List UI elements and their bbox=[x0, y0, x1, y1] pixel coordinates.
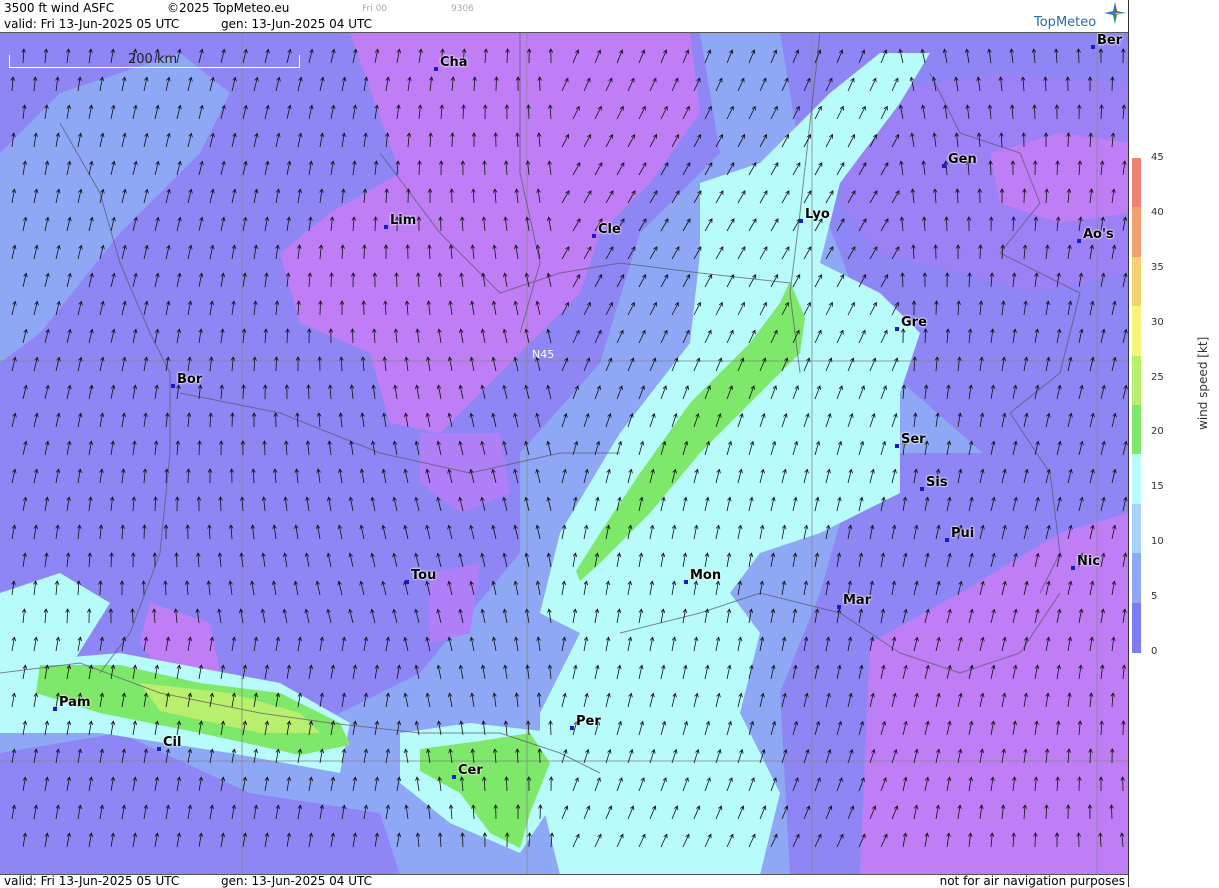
footer-note: not for air navigation purposes bbox=[939, 874, 1125, 888]
legend-color-segment bbox=[1132, 158, 1141, 209]
latitude-label: N45 bbox=[532, 348, 555, 361]
valid-time: valid: Fri 13-Jun-2025 05 UTC bbox=[4, 17, 180, 31]
legend-color-segment bbox=[1132, 553, 1141, 604]
footer-gen: gen: 13-Jun-2025 04 UTC bbox=[221, 874, 373, 888]
legend-tick-label: 40 bbox=[1151, 206, 1164, 218]
legend-color-segment bbox=[1132, 602, 1141, 653]
frame-day: Fri 00 bbox=[362, 4, 388, 14]
generated-time: gen: 13-Jun-2025 04 UTC bbox=[221, 17, 373, 31]
copyright: ©2025 TopMeteo.eu bbox=[167, 1, 290, 15]
legend-color-segment bbox=[1132, 207, 1141, 258]
legend-color-segment bbox=[1132, 454, 1141, 505]
legend-tick-label: 35 bbox=[1151, 261, 1164, 273]
legend-tick-label: 5 bbox=[1151, 591, 1158, 603]
frame-code: 9306 bbox=[451, 4, 474, 14]
topmeteo-logo: TopMeteo bbox=[1034, 15, 1097, 30]
map-footer: valid: Fri 13-Jun-2025 05 UTC gen: 13-Ju… bbox=[0, 874, 1128, 888]
wind-map[interactable]: 200 km N45 Cha Ber Gen Lim Cle Lyo Ao's … bbox=[0, 32, 1128, 875]
legend-color-segment bbox=[1132, 405, 1141, 456]
legend-tick-label: 15 bbox=[1151, 481, 1164, 493]
legend-tick-label: 25 bbox=[1151, 371, 1164, 383]
legend-color-segment bbox=[1132, 355, 1141, 406]
footer-valid: valid: Fri 13-Jun-2025 05 UTC bbox=[4, 874, 180, 888]
legend-tick-label: 0 bbox=[1151, 646, 1158, 657]
scale-label: 200 km bbox=[128, 52, 178, 67]
legend-color-segment bbox=[1132, 503, 1141, 555]
product-title: 3500 ft wind ASFC bbox=[4, 1, 115, 15]
color-legend: 45 40 35 30 25 20 15 10 5 0 bbox=[1128, 0, 1219, 887]
legend-color-segment bbox=[1132, 306, 1141, 357]
legend-color-segment bbox=[1132, 256, 1141, 308]
legend-tick-label: 45 bbox=[1151, 152, 1164, 163]
legend-tick-label: 10 bbox=[1151, 536, 1164, 548]
legend-tick-label: 20 bbox=[1151, 426, 1164, 438]
compass-star-icon bbox=[1104, 2, 1126, 24]
legend-tick-label: 30 bbox=[1151, 316, 1164, 328]
legend-title: wind speed [kt] bbox=[1196, 336, 1210, 430]
map-header: 3500 ft wind ASFC ©2025 TopMeteo.eu Fri … bbox=[0, 0, 1128, 32]
color-scale-bar bbox=[1132, 158, 1141, 653]
